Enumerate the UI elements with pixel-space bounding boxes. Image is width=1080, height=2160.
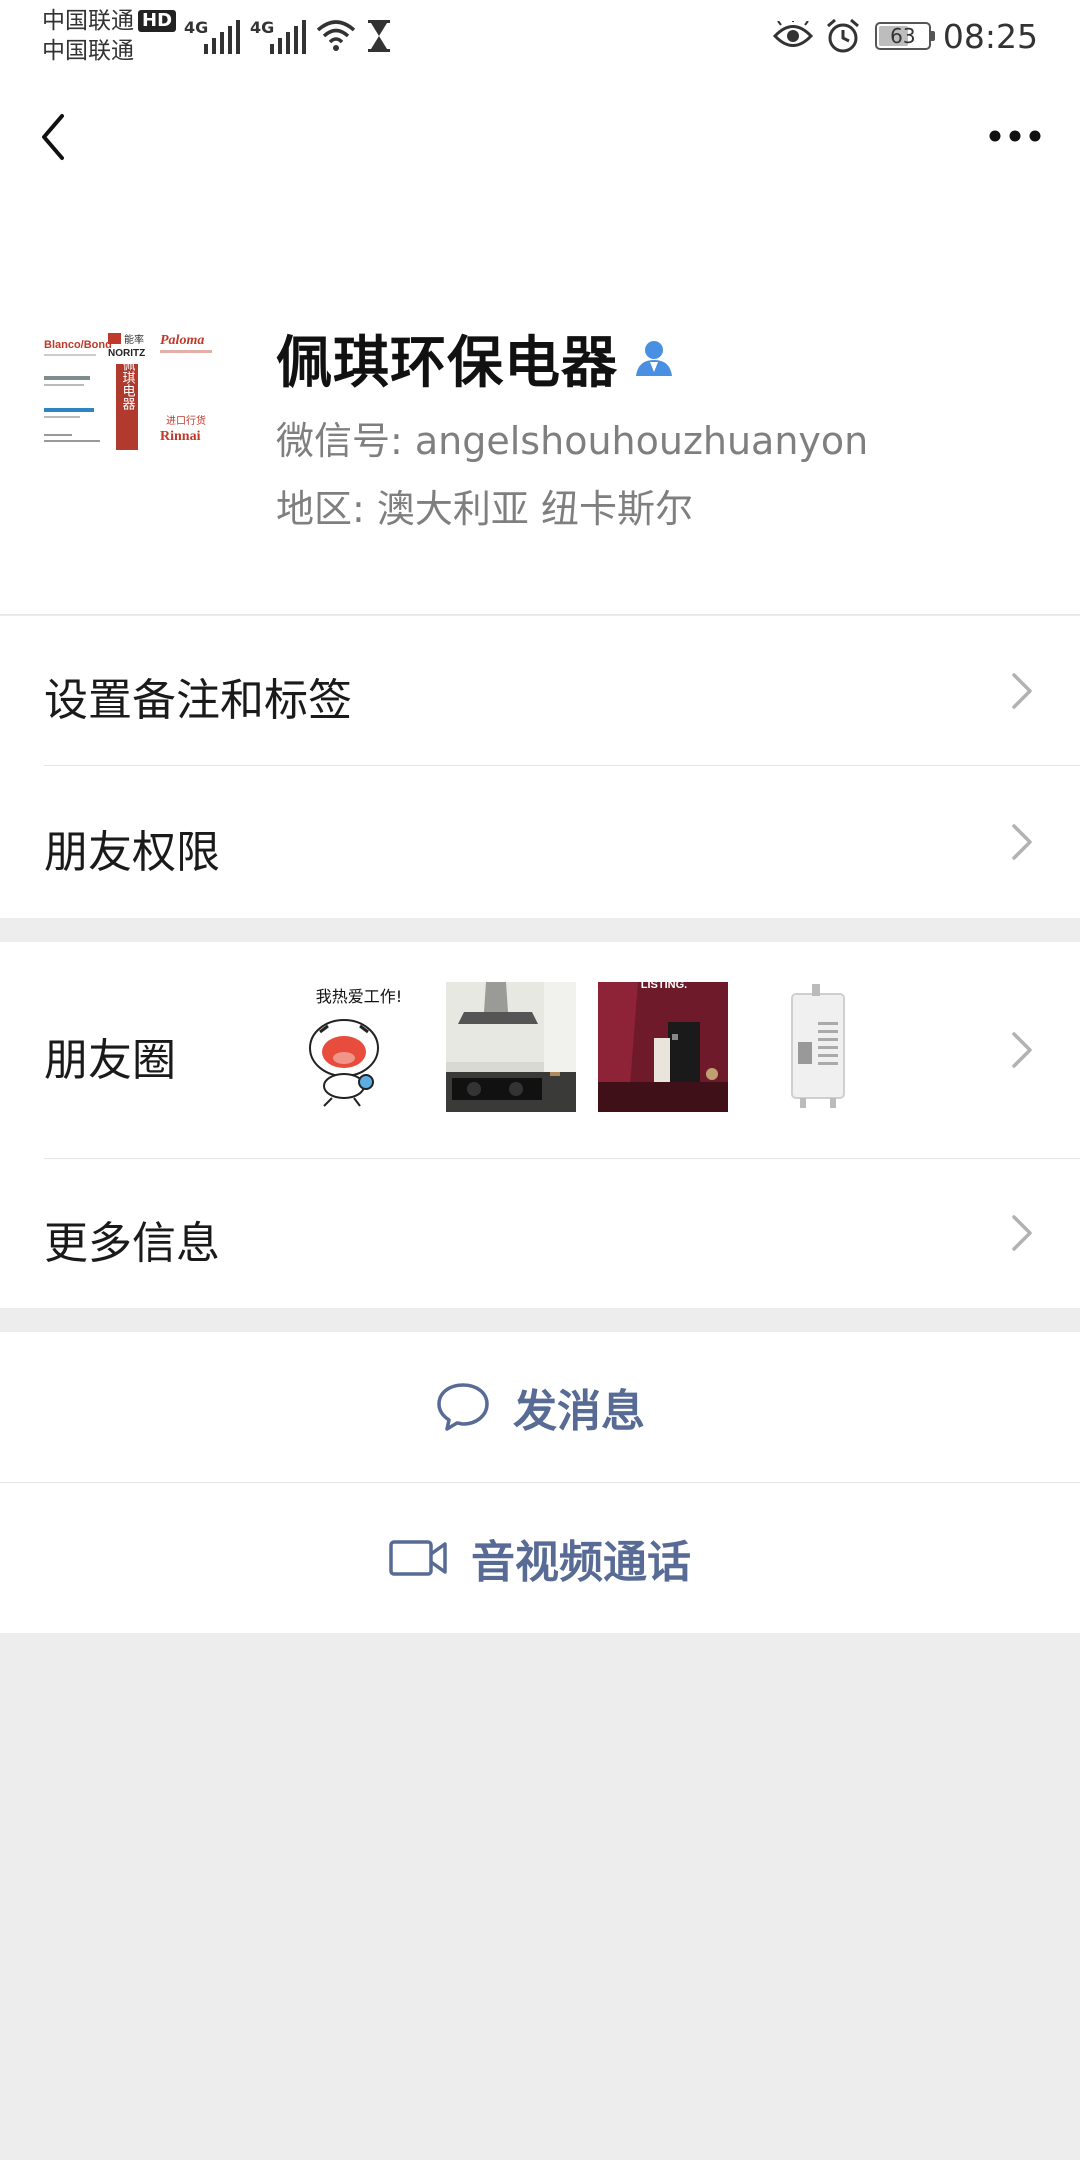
more-info-label: 更多信息 — [44, 1218, 220, 1269]
moments-thumb-kitchen — [446, 982, 576, 1112]
logo-text-blanco: Blanco/Bond — [44, 339, 112, 351]
logo-text-paloma: Paloma — [160, 333, 204, 348]
remark-tags-cell[interactable]: 设置备注和标签 — [0, 616, 1080, 766]
signal-bars-icon — [204, 20, 240, 54]
carrier-1: 中国联通 HD — [42, 6, 177, 36]
brand-logo-collage: Blanco/Bond 能率 NORITZ Paloma 佩琪电器 进口行货 R… — [42, 328, 218, 504]
moments-cell[interactable]: 朋友圈 我热爱工作! LISTING. — [0, 942, 1080, 1159]
wechat-id: 微信号: angelshouhouzhuanyon — [276, 419, 869, 463]
name-row: 佩琪环保电器 — [276, 318, 676, 398]
moments-thumb-sticker: 我热爱工作! — [294, 982, 424, 1112]
top-navigation — [0, 72, 1080, 202]
status-time: 08:25 — [942, 16, 1038, 56]
status-right: 63 08:25 — [772, 12, 1038, 60]
carrier-2: 中国联通 — [42, 38, 134, 64]
chevron-left-icon — [42, 114, 64, 160]
signal-2: 4G — [250, 14, 310, 54]
sticker-caption: 我热爱工作! — [316, 987, 402, 1006]
noritz-mark — [108, 333, 121, 344]
video-call-label: 音视频通话 — [471, 1537, 691, 1588]
eye-icon — [772, 21, 813, 47]
ellipsis-icon — [989, 130, 1041, 142]
divider — [0, 614, 1080, 615]
chevron-right-icon — [1012, 1032, 1032, 1068]
video-camera-icon — [389, 1540, 447, 1576]
logo-text-vertical: 佩琪电器 — [120, 358, 136, 411]
moments-label: 朋友圈 — [44, 1035, 176, 1086]
carrier-1-name: 中国联通 — [42, 8, 134, 34]
friend-permissions-label: 朋友权限 — [44, 827, 220, 878]
wifi-icon — [316, 20, 356, 51]
send-message-label: 发消息 — [513, 1386, 645, 1437]
thumb-listing-text: LISTING. — [641, 982, 687, 991]
send-message-button[interactable]: 发消息 — [0, 1332, 1080, 1482]
signal-bars-icon — [270, 20, 306, 54]
friend-permissions-cell[interactable]: 朋友权限 — [0, 766, 1080, 918]
profile-header: Blanco/Bond 能率 NORITZ Paloma 佩琪电器 进口行货 R… — [0, 202, 1080, 615]
more-options-button[interactable] — [970, 106, 1060, 166]
carrier-info: 中国联通 HD 中国联通 — [42, 6, 177, 66]
moments-thumb-product: LISTING. — [598, 982, 728, 1112]
moments-thumbnails: 我热爱工作! LISTING. — [294, 982, 880, 1112]
moments-thumb-heater — [750, 982, 880, 1112]
region: 地区: 澳大利亚 纽卡斯尔 — [276, 487, 693, 531]
hourglass-icon — [368, 20, 390, 52]
alarm-clock-icon — [826, 18, 859, 53]
chevron-right-icon — [1012, 824, 1032, 860]
remark-tags-label: 设置备注和标签 — [44, 675, 352, 726]
contact-name: 佩琪环保电器 — [276, 330, 618, 396]
chevron-right-icon — [1012, 673, 1032, 709]
logo-text-rinnai: Rinnai — [160, 429, 201, 444]
video-call-button[interactable]: 音视频通话 — [0, 1483, 1080, 1633]
person-icon — [636, 341, 672, 376]
battery-indicator: 63 — [874, 22, 935, 50]
status-bar: 中国联通 HD 中国联通 4G 4G 63 08:25 — [0, 0, 1080, 72]
hd-badge: HD — [138, 10, 177, 32]
avatar[interactable]: Blanco/Bond 能率 NORITZ Paloma 佩琪电器 进口行货 R… — [42, 328, 218, 504]
more-info-cell[interactable]: 更多信息 — [0, 1159, 1080, 1308]
logo-text-import: 进口行货 — [166, 414, 206, 427]
chevron-right-icon — [1012, 1215, 1032, 1251]
signal-1: 4G — [184, 14, 244, 54]
chat-bubble-icon — [437, 1383, 489, 1431]
battery-level: 63 — [890, 24, 916, 48]
logo-text-noritz-cn: 能率 — [124, 333, 144, 346]
back-button[interactable] — [28, 102, 78, 172]
